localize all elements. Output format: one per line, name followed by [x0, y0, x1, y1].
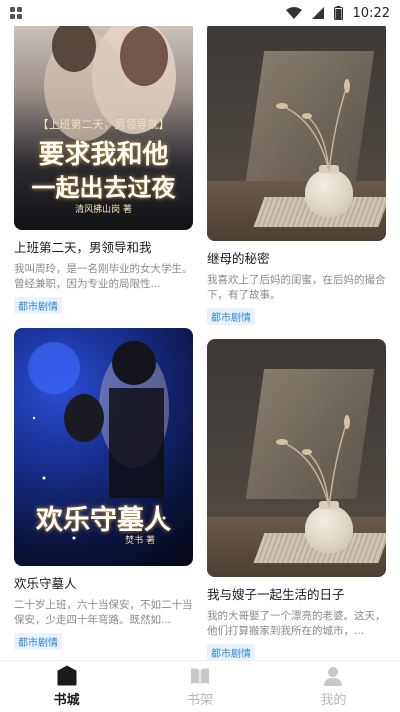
book-cover-placeholder[interactable] [207, 26, 386, 241]
book-title[interactable]: 欢乐守墓人 [14, 573, 193, 592]
cover-title-line1: 要求我和他 [38, 140, 169, 170]
cover-title-line2: 一起出去过夜 [31, 173, 176, 202]
cover-credit: 焚书 著 [125, 536, 155, 546]
book-description: 二十岁上班，六十当保安，不如二十当保安，少走四十年弯路。既然如... [14, 599, 193, 626]
book-card[interactable]: 我与嫂子一起生活的日子 我的大哥娶了一个漂亮的老婆。这天，他们打算搬家到我所在的… [207, 339, 386, 660]
feed-column-left: 【上班第二天，男领导就】 要求我和他 一起出去过夜 清风拂山岗 著 上班第二天，… [14, 26, 193, 660]
book-cover[interactable]: 【上班第二天，男领导就】 要求我和他 一起出去过夜 清风拂山岗 著 [14, 26, 193, 230]
book-genre-tag: 都市剧情 [207, 644, 255, 660]
book-description: 我叫周玲，是一名刚毕业的女大学生。曾经兼职，因为专业的局限性... [14, 263, 193, 290]
tab-bookshelf[interactable]: 书架 [133, 661, 266, 712]
book-card[interactable]: 欢乐守墓人 焚书 著 欢乐守墓人 二十岁上班，六十当保安，不如二十当保安，少走四… [14, 328, 193, 650]
book-cover-placeholder[interactable] [207, 339, 386, 577]
book-feed[interactable]: 【上班第二天，男领导就】 要求我和他 一起出去过夜 清风拂山岗 著 上班第二天，… [0, 26, 400, 660]
book-card[interactable]: 继母的秘密 我喜欢上了后妈的闺蜜，在后妈的撮合下，有了故事。 都市剧情 [207, 26, 386, 325]
status-bar: 10:22 [0, 0, 400, 26]
notification-grid-icon [10, 7, 22, 19]
tab-label: 书城 [53, 693, 80, 708]
status-time: 10:22 [352, 5, 390, 21]
dried-stems [276, 415, 350, 508]
tab-label: 书架 [186, 693, 213, 708]
book-genre-tag: 都市剧情 [207, 308, 255, 325]
feed-column-right: 继母的秘密 我喜欢上了后妈的闺蜜，在后妈的撮合下，有了故事。 都市剧情 我与嫂子… [207, 26, 386, 660]
book-title[interactable]: 继母的秘密 [207, 248, 386, 267]
book-title[interactable]: 我与嫂子一起生活的日子 [207, 584, 386, 603]
bookshelf-icon [190, 668, 209, 684]
cover-credit: 清风拂山岗 著 [75, 205, 132, 215]
wifi-icon [285, 7, 302, 19]
tab-label: 我的 [320, 693, 347, 708]
book-description: 我的大哥娶了一个漂亮的老婆。这天，他们打算搬家到我所在的城市，... [207, 610, 386, 637]
bookstore-icon [57, 665, 77, 686]
book-description: 我喜欢上了后妈的闺蜜，在后妈的撮合下，有了故事。 [207, 274, 386, 301]
bottom-tab-bar: 书城 书架 我的 [0, 660, 400, 712]
tab-bookstore[interactable]: 书城 [0, 661, 133, 712]
book-genre-tag: 都市剧情 [14, 633, 62, 650]
book-card[interactable]: 【上班第二天，男领导就】 要求我和他 一起出去过夜 清风拂山岗 著 上班第二天，… [14, 26, 193, 314]
book-cover[interactable]: 欢乐守墓人 焚书 著 [14, 328, 193, 566]
book-genre-tag: 都市剧情 [14, 297, 62, 314]
dried-stems [276, 79, 350, 172]
cover-title: 欢乐守墓人 [36, 505, 171, 536]
book-title[interactable]: 上班第二天，男领导和我 [14, 237, 193, 256]
tab-profile[interactable]: 我的 [267, 661, 400, 712]
cover-banner: 【上班第二天，男领导就】 [37, 118, 170, 131]
battery-icon [333, 6, 343, 20]
signal-icon [311, 7, 324, 19]
profile-icon [324, 667, 343, 686]
